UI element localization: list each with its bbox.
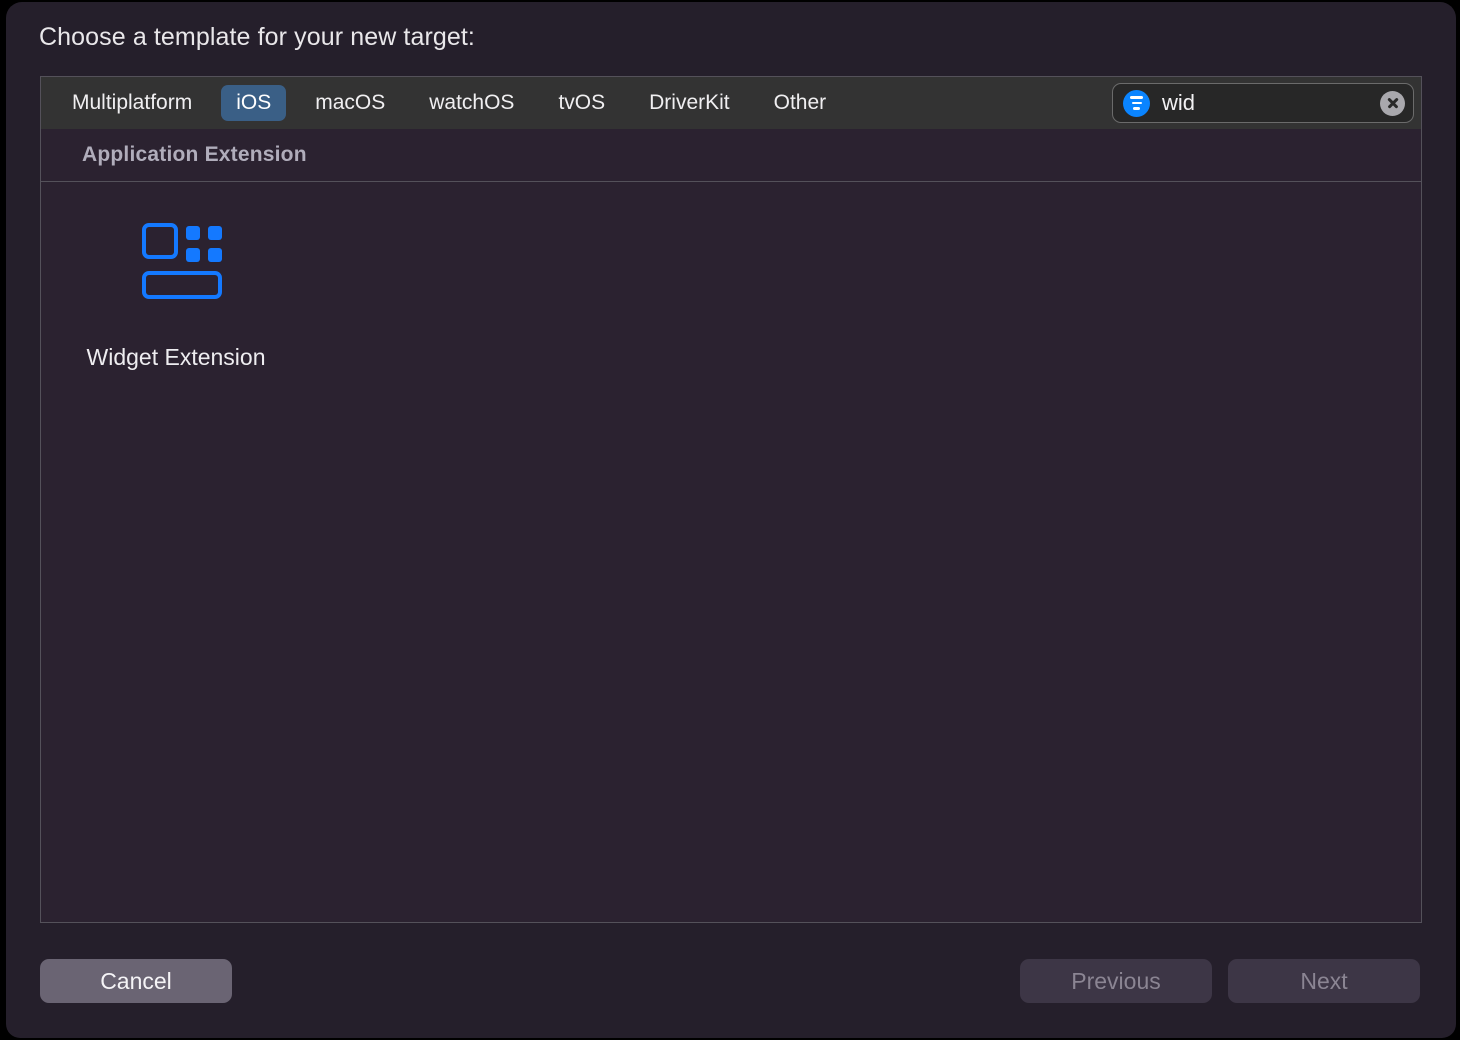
section-header-application-extension: Application Extension xyxy=(41,129,1421,182)
tab-driverkit[interactable]: DriverKit xyxy=(634,85,745,121)
tab-tvos[interactable]: tvOS xyxy=(543,85,620,121)
tab-ios[interactable]: iOS xyxy=(221,84,287,122)
widget-extension-icon xyxy=(140,221,222,299)
template-chooser-panel: Multiplatform iOS macOS watchOS tvOS Dri… xyxy=(40,76,1422,923)
previous-button[interactable]: Previous xyxy=(1020,959,1212,1003)
cancel-button[interactable]: Cancel xyxy=(40,959,232,1003)
template-item-widget-extension[interactable]: Widget Extension xyxy=(71,221,281,371)
search-field-container: wid xyxy=(1112,83,1414,123)
search-input-value: wid xyxy=(1162,90,1196,115)
page-title: Choose a template for your new target: xyxy=(39,23,475,51)
section-header-label: Application Extension xyxy=(82,143,307,166)
search-input[interactable]: wid xyxy=(1112,83,1414,123)
clear-icon[interactable] xyxy=(1380,90,1405,116)
template-item-label: Widget Extension xyxy=(86,344,266,370)
template-grid: Widget Extension xyxy=(41,183,1421,922)
new-target-template-dialog: Choose a template for your new target: M… xyxy=(6,2,1456,1038)
tab-watchos[interactable]: watchOS xyxy=(414,85,529,121)
filter-icon xyxy=(1123,89,1150,117)
next-button[interactable]: Next xyxy=(1228,959,1420,1003)
tab-multiplatform[interactable]: Multiplatform xyxy=(57,85,207,121)
platform-tab-bar: Multiplatform iOS macOS watchOS tvOS Dri… xyxy=(41,77,1421,129)
tab-other[interactable]: Other xyxy=(759,85,842,121)
tab-macos[interactable]: macOS xyxy=(300,85,400,121)
